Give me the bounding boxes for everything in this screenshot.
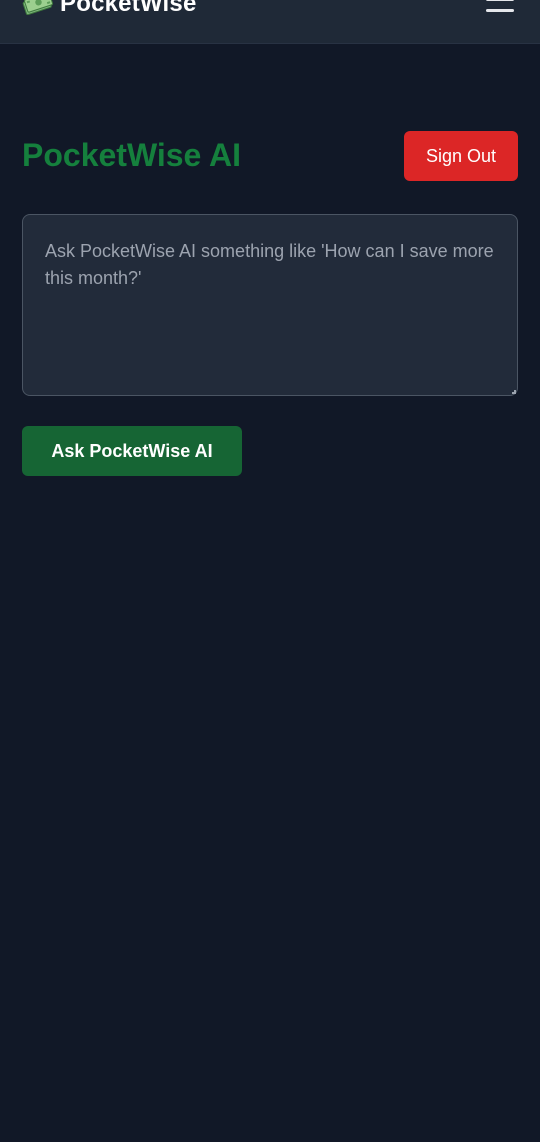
brand-logo[interactable]: PocketWise: [22, 0, 197, 17]
sign-out-button[interactable]: Sign Out: [404, 131, 518, 181]
page-header: PocketWise AI Sign Out: [22, 131, 518, 181]
ask-ai-button[interactable]: Ask PocketWise AI: [22, 426, 242, 476]
brand-name: PocketWise: [60, 0, 197, 17]
top-navbar: PocketWise: [0, 0, 540, 44]
ai-prompt-input[interactable]: [22, 214, 518, 396]
hamburger-menu-icon[interactable]: [486, 0, 514, 16]
money-bills-icon: [22, 0, 54, 16]
textarea-resize-handle[interactable]: [512, 390, 516, 394]
page-title: PocketWise AI: [22, 137, 242, 173]
